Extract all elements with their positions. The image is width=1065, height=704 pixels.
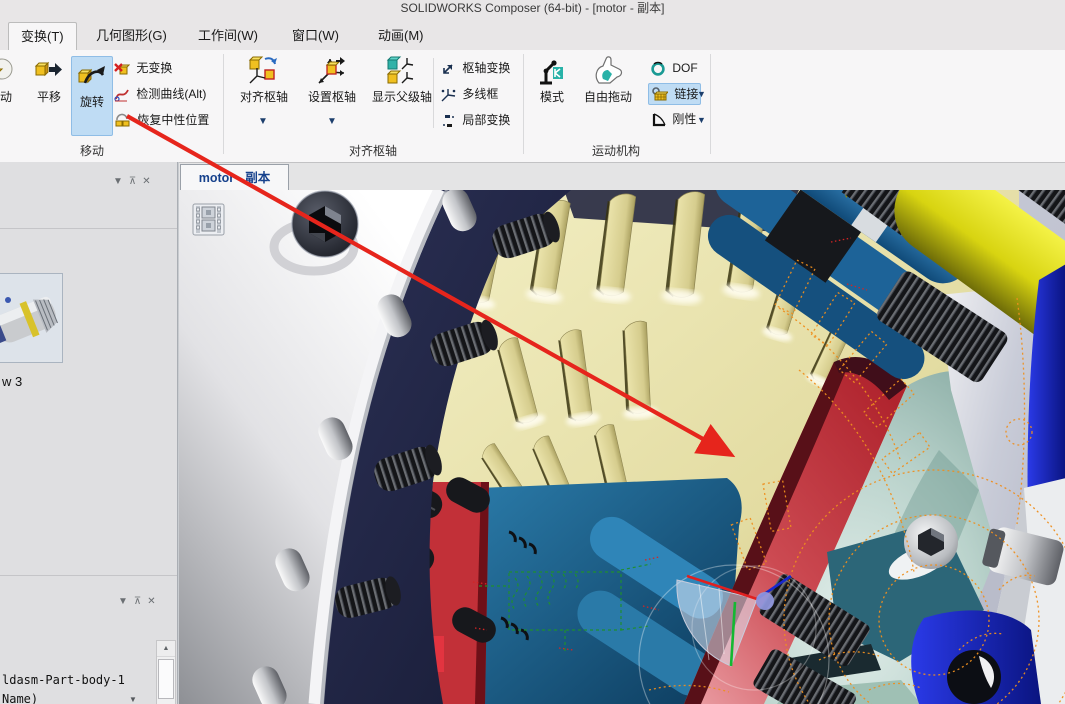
multi-wireframe-icon bbox=[441, 88, 456, 102]
pivot-transform-icon bbox=[441, 62, 456, 76]
dof-button[interactable]: DOF bbox=[650, 58, 698, 78]
panel-collapse-icon[interactable]: ▼ bbox=[118, 596, 134, 607]
tab-geometry[interactable]: 几何图形(G) bbox=[84, 22, 179, 50]
ribbon-separator bbox=[223, 54, 224, 154]
tab-animation[interactable]: 动画(M) bbox=[366, 22, 436, 50]
rigid-icon bbox=[652, 113, 666, 127]
link-button[interactable]: 链接 bbox=[648, 83, 701, 105]
solidworks-composer-window: SOLIDWORKS Composer (64-bit) - [motor - … bbox=[0, 0, 1065, 704]
show-parent-axis-icon bbox=[385, 56, 419, 86]
set-pivot-icon bbox=[315, 56, 349, 86]
pivot-group-label: 对齐枢轴 bbox=[333, 142, 413, 159]
view-thumbnail-image bbox=[0, 274, 60, 360]
document-tab-motor[interactable]: motor - 副本 bbox=[180, 164, 289, 192]
panel-close-icon[interactable]: ✕ bbox=[142, 176, 156, 187]
panel-header-controls: ▼⊼✕ bbox=[118, 596, 162, 607]
mode-button[interactable]: 模式 bbox=[530, 56, 574, 105]
align-pivot-dropdown[interactable]: ▼ bbox=[258, 116, 268, 127]
sidebar-divider bbox=[0, 228, 177, 229]
title-bar: SOLIDWORKS Composer (64-bit) - [motor - … bbox=[0, 0, 1065, 18]
detect-curve-icon bbox=[114, 87, 130, 102]
view-thumbnail[interactable] bbox=[0, 273, 63, 363]
link-icon bbox=[651, 87, 668, 102]
local-transform-icon bbox=[441, 114, 456, 128]
ribbon: 拖动 平移 旋转 bbox=[0, 50, 1065, 163]
sidebar-scrollbar[interactable]: ▲ bbox=[156, 640, 176, 704]
model-scene bbox=[179, 190, 1065, 704]
rotate-button[interactable]: 旋转 bbox=[71, 56, 113, 136]
align-pivot-icon bbox=[247, 56, 281, 86]
set-pivot-button[interactable]: 设置枢轴 bbox=[300, 56, 364, 105]
free-drag-button[interactable]: 自由拖动 bbox=[576, 56, 640, 105]
ribbon-subseparator bbox=[433, 58, 434, 128]
show-parent-axis-button[interactable]: 显示父级轴 bbox=[366, 56, 438, 105]
pivot-transform-button[interactable]: 枢轴变换 bbox=[441, 58, 510, 78]
multi-wireframe-button[interactable]: 多线框 bbox=[441, 84, 498, 104]
ribbon-separator bbox=[710, 54, 711, 154]
restore-neutral-button[interactable]: 恢复中性位置 bbox=[114, 110, 209, 130]
animation-mode-icon[interactable] bbox=[193, 204, 224, 235]
tab-transform[interactable]: 变换(T) bbox=[8, 22, 77, 51]
restore-neutral-icon bbox=[114, 113, 131, 128]
viewport-3d[interactable] bbox=[179, 190, 1065, 704]
drag-button[interactable]: 拖动 bbox=[0, 56, 26, 105]
local-transform-button[interactable]: 局部变换 bbox=[441, 110, 510, 130]
scrollbar-thumb[interactable] bbox=[158, 659, 174, 699]
window-title: SOLIDWORKS Composer (64-bit) - [motor - … bbox=[400, 1, 664, 15]
scroll-up-icon[interactable]: ▲ bbox=[157, 641, 175, 657]
move-group-label: 移动 bbox=[52, 142, 132, 159]
set-pivot-dropdown[interactable]: ▼ bbox=[327, 116, 337, 127]
free-drag-icon bbox=[591, 56, 625, 86]
manipulator-center bbox=[756, 592, 774, 610]
dof-icon bbox=[650, 61, 666, 76]
rotate-icon bbox=[77, 61, 107, 91]
view-thumbnail-label: w 3 bbox=[2, 374, 22, 389]
panel-collapse-icon[interactable]: ▼ bbox=[113, 176, 129, 187]
panel-pin-icon[interactable]: ⊼ bbox=[129, 176, 142, 187]
ribbon-separator bbox=[523, 54, 524, 154]
align-pivot-button[interactable]: 对齐枢轴 bbox=[230, 56, 298, 105]
motion-group-label: 运动机构 bbox=[576, 142, 656, 159]
pan-icon bbox=[34, 56, 64, 86]
panel-pin-icon[interactable]: ⊼ bbox=[134, 596, 147, 607]
rigid-button[interactable]: 刚性 bbox=[652, 109, 696, 129]
tab-workshop[interactable]: 工作间(W) bbox=[186, 22, 270, 50]
tree-dropdown-icon[interactable]: ▼ bbox=[129, 695, 137, 704]
detect-curve-button[interactable]: 检测曲线(Alt) bbox=[114, 84, 206, 104]
panel-close-icon[interactable]: ✕ bbox=[147, 596, 161, 607]
left-sidebar: ▼⊼✕ w 3 ▼⊼✕ ▲ bbox=[0, 162, 177, 704]
rigid-dropdown[interactable]: ▼ bbox=[697, 109, 706, 129]
link-dropdown[interactable]: ▼ bbox=[697, 83, 706, 103]
tab-window[interactable]: 窗口(W) bbox=[280, 22, 351, 50]
tree-item[interactable]: Name) bbox=[2, 692, 38, 704]
no-transform-button[interactable]: 无变换 bbox=[114, 58, 172, 78]
tree-item[interactable]: ldasm-Part-body-1 bbox=[2, 673, 125, 687]
ribbon-tab-bar: 变换(T) 几何图形(G) 工作间(W) 窗口(W) 动画(M) bbox=[0, 18, 1065, 50]
drag-icon bbox=[0, 56, 15, 86]
no-transform-icon bbox=[114, 61, 130, 76]
pan-button[interactable]: 平移 bbox=[28, 56, 70, 105]
mode-icon bbox=[536, 56, 568, 86]
panel-header-controls: ▼⊼✕ bbox=[113, 176, 157, 187]
sidebar-divider bbox=[0, 575, 177, 576]
